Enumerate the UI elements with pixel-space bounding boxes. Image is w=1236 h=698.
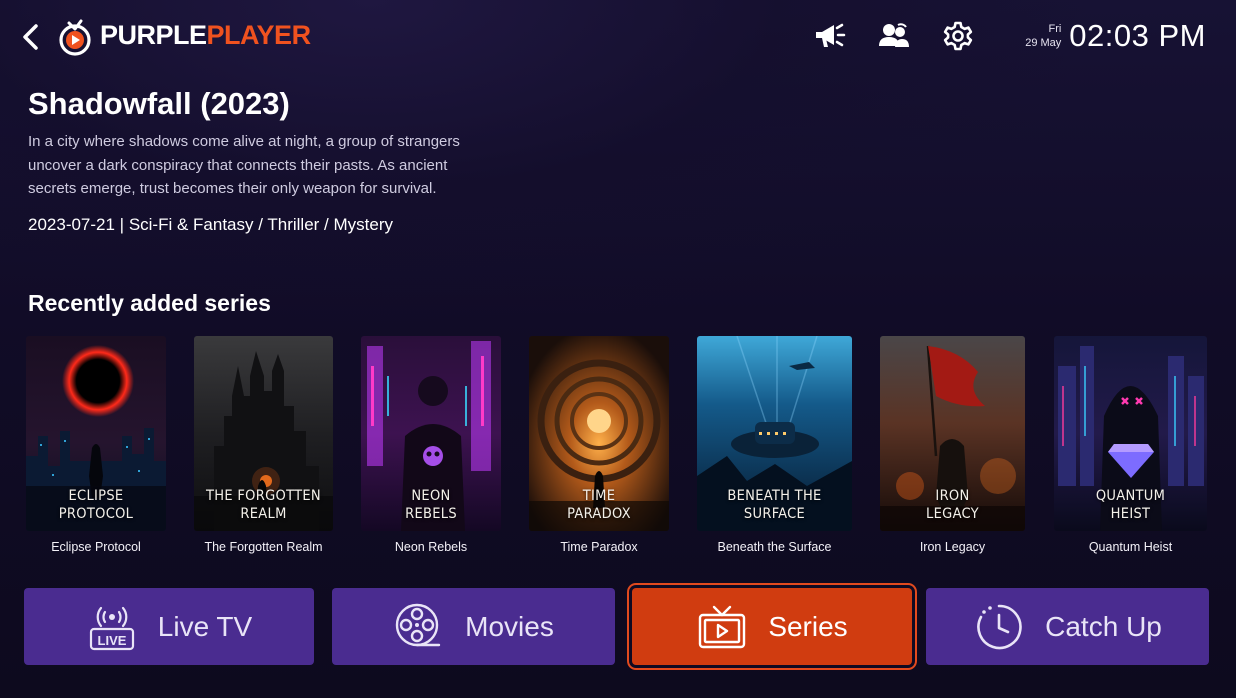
series-card-neon-rebels[interactable]: NEON REBELS Neon Rebels	[361, 336, 501, 554]
poster-title-line-2: PARADOX	[567, 506, 631, 522]
poster-title-line-1: NEON	[411, 488, 451, 504]
series-description: In a city where shadows come alive at ni…	[28, 133, 460, 197]
poster-title-line-1: ECLIPSE	[68, 488, 124, 504]
clock: Fri 29 May 02:03 PM	[1025, 18, 1206, 54]
poster-title-line-1: TIME	[582, 488, 616, 504]
megaphone-icon	[816, 23, 846, 47]
settings-gear-icon	[943, 21, 973, 51]
series-caption: The Forgotten Realm	[204, 540, 323, 554]
logo-word-player: PLAYER	[206, 19, 312, 50]
poster: THE FORGOTTEN REALM	[194, 336, 333, 531]
poster: NEON REBELS	[361, 336, 501, 531]
series-meta: 2023-07-21 | Sci-Fi & Fantasy / Thriller…	[28, 215, 393, 234]
poster-title-line-2: REALM	[240, 506, 287, 522]
nav-catch-up-button[interactable]: Catch Up	[926, 588, 1209, 665]
series-title: Shadowfall (2023)	[28, 86, 290, 121]
poster-title-line-1: BENEATH THE	[727, 488, 822, 504]
poster: IRON LEGACY	[880, 336, 1025, 531]
announcements-button[interactable]	[812, 18, 848, 54]
poster: ECLIPSE PROTOCOL	[26, 336, 166, 531]
app-logo: PURPLEPLAYER	[56, 12, 311, 58]
poster: QUANTUM HEIST	[1054, 336, 1207, 531]
time-label: 02:03 PM	[1069, 18, 1206, 53]
poster-title-line-1: IRON	[935, 488, 970, 504]
switch-user-button[interactable]	[876, 18, 912, 54]
live-tv-icon: LIVE	[89, 606, 134, 650]
nav-movies-button[interactable]: Movies	[332, 588, 615, 665]
series-card-quantum-heist[interactable]: QUANTUM HEIST Quantum Heist	[1054, 336, 1207, 554]
series-card-the-forgotten-realm[interactable]: THE FORGOTTEN REALM The Forgotten Realm	[194, 336, 333, 554]
live-badge-text: LIVE	[97, 633, 126, 648]
poster-title-line-2: LEGACY	[926, 506, 979, 522]
play-logo-icon	[59, 19, 91, 56]
film-reel-icon	[395, 603, 441, 646]
poster: BENEATH THE SURFACE	[697, 336, 852, 531]
nav-series-button[interactable]: Series	[632, 588, 912, 665]
chevron-left-icon	[23, 24, 38, 50]
poster-title-line-1: THE FORGOTTEN	[206, 488, 321, 504]
poster-title-line-2: HEIST	[1110, 506, 1151, 522]
app-screen: PURPLEPLAYER Fri 29 May 02:03 PM Shadowf…	[0, 0, 1236, 698]
settings-button[interactable]	[940, 18, 976, 54]
nav-live-tv-button[interactable]: LIVE Live TV	[24, 588, 314, 665]
series-card-eclipse-protocol[interactable]: ECLIPSE PROTOCOL Eclipse Protocol	[26, 336, 166, 554]
series-caption: Quantum Heist	[1088, 540, 1173, 554]
series-caption: Beneath the Surface	[717, 540, 832, 554]
clock-rewind-icon	[977, 604, 1022, 649]
series-caption: Time Paradox	[560, 540, 638, 554]
recently-added-heading: Recently added series	[28, 290, 271, 316]
nav-label: Catch Up	[1045, 610, 1162, 642]
series-card-time-paradox[interactable]: TIME PARADOX Time Paradox	[529, 336, 669, 554]
series-card-iron-legacy[interactable]: IRON LEGACY Iron Legacy	[880, 336, 1025, 554]
poster-title-line-2: REBELS	[405, 506, 457, 522]
poster-title-line-2: SURFACE	[743, 506, 806, 522]
nav-label: Movies	[465, 610, 554, 642]
series-caption: Eclipse Protocol	[51, 540, 141, 554]
poster-title-line-2: PROTOCOL	[58, 506, 134, 522]
date-label: 29 May	[1025, 37, 1062, 49]
logo-word-purple: PURPLE	[100, 19, 207, 50]
series-caption: Neon Rebels	[394, 540, 468, 554]
users-icon	[879, 23, 909, 47]
poster: TIME PARADOX	[529, 336, 669, 531]
poster-title-line-1: QUANTUM	[1095, 488, 1166, 504]
nav-label: Series	[768, 610, 848, 642]
nav-label: Live TV	[157, 610, 253, 642]
back-button[interactable]	[14, 20, 48, 54]
series-caption: Iron Legacy	[919, 540, 986, 554]
day-label: Fri	[1048, 23, 1062, 35]
series-card-beneath-the-surface[interactable]: BENEATH THE SURFACE Beneath the Surface	[697, 336, 852, 554]
tv-play-icon	[699, 605, 746, 648]
